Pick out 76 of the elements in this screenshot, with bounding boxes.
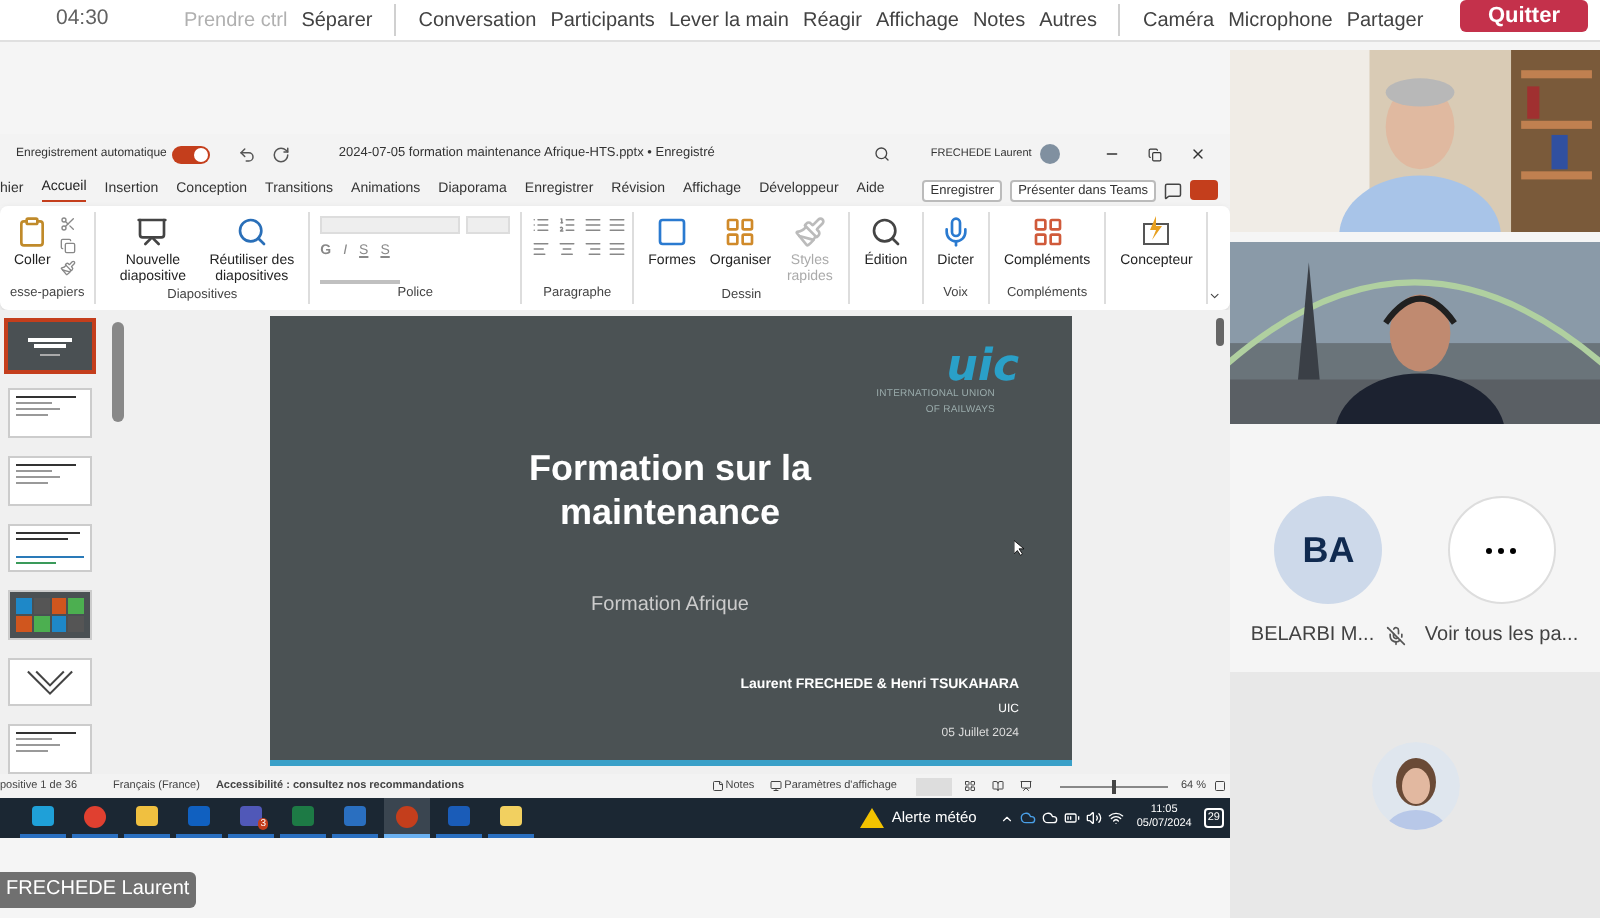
copy-icon[interactable] — [60, 238, 77, 254]
toolbar-button[interactable]: Lever la main — [668, 5, 789, 35]
bullets-icon[interactable] — [532, 216, 551, 234]
avatar[interactable]: BA — [1274, 496, 1383, 604]
slide-thumbnail[interactable] — [8, 523, 92, 573]
styles-icon — [793, 216, 826, 248]
toolbar-button[interactable]: Autres — [1039, 5, 1097, 35]
participant-name: BELARBI M... — [1250, 622, 1375, 650]
paste-icon — [16, 216, 49, 248]
slide-thumbnail[interactable] — [8, 322, 92, 371]
participant-name: Voir tous les pa... — [1424, 622, 1579, 650]
toolbar-button[interactable]: Séparer — [301, 5, 373, 35]
battery-icon[interactable] — [1064, 810, 1081, 826]
redo-icon[interactable] — [272, 145, 291, 163]
numbering-icon[interactable] — [557, 216, 576, 234]
font-size-field[interactable] — [466, 216, 511, 234]
align-left-icon[interactable] — [532, 240, 551, 258]
direction-icon[interactable] — [608, 216, 627, 234]
fit-icon[interactable] — [1214, 780, 1226, 792]
presenter-label: FRECHEDE Laurent — [0, 872, 196, 908]
toolbar-button[interactable]: Conversation — [418, 5, 537, 35]
weather-icon — [859, 808, 884, 828]
spacing-icon[interactable] — [583, 216, 602, 234]
autosave-toggle[interactable] — [172, 145, 211, 163]
slide-icon — [136, 216, 169, 248]
toolbar-button[interactable]: Partager — [1346, 5, 1424, 35]
shapes-icon — [656, 216, 689, 248]
comments-icon[interactable] — [1164, 181, 1182, 199]
toolbar-button[interactable]: Microphone — [1228, 5, 1333, 35]
notes-icon — [711, 780, 724, 792]
slide-search-icon — [235, 216, 268, 248]
toolbar-button[interactable]: Réagir — [802, 5, 862, 35]
align-right-icon[interactable] — [583, 240, 602, 258]
slide-thumbnail[interactable] — [8, 456, 92, 506]
align-center-icon[interactable] — [557, 240, 576, 258]
user-avatar — [1039, 144, 1060, 164]
designer-icon — [1140, 216, 1173, 248]
toolbar-button[interactable]: Affichage — [875, 5, 959, 35]
justify-icon[interactable] — [608, 240, 627, 258]
slideshow-icon[interactable] — [1020, 780, 1033, 792]
monitor-icon — [770, 780, 783, 792]
meeting-timer: 04:30 — [56, 4, 111, 35]
slide-title: Formation sur la maintenance — [526, 446, 814, 534]
leave-button[interactable]: Quitter — [1459, 0, 1588, 32]
restore-icon[interactable] — [1147, 147, 1162, 161]
undo-icon[interactable] — [238, 145, 257, 163]
slide-subtitle: Formation Afrique — [589, 592, 751, 620]
search-icon[interactable] — [874, 146, 891, 162]
scrollbar[interactable] — [112, 322, 124, 422]
sorter-view-icon[interactable] — [964, 780, 977, 792]
taskbar-app[interactable] — [384, 798, 430, 838]
addins-icon — [1031, 216, 1064, 248]
tray-chevron-icon[interactable] — [1000, 811, 1015, 825]
zoom-thumb[interactable] — [1112, 779, 1117, 793]
scrollbar[interactable] — [1216, 318, 1224, 346]
format-painter-icon[interactable] — [60, 260, 77, 276]
collapse-icon[interactable] — [1208, 288, 1222, 304]
more-icon — [1486, 547, 1517, 553]
close-icon[interactable] — [1189, 146, 1206, 162]
reading-view-icon[interactable] — [992, 780, 1005, 792]
slide-thumbnail[interactable] — [8, 388, 92, 439]
toolbar-button[interactable]: Participants — [550, 5, 655, 35]
cursor-icon — [1013, 540, 1023, 556]
wifi-icon[interactable] — [1108, 810, 1125, 826]
volume-icon[interactable] — [1086, 810, 1103, 826]
arrange-icon — [724, 216, 757, 248]
microphone-icon — [939, 216, 972, 248]
logo: uic — [946, 348, 1019, 388]
slide-thumbnail[interactable] — [8, 724, 92, 775]
cut-icon[interactable] — [60, 216, 77, 232]
toolbar-button[interactable]: Notes — [972, 5, 1026, 35]
font-name-field[interactable] — [320, 216, 461, 234]
slide-thumbnail[interactable] — [8, 657, 92, 707]
search-icon — [869, 216, 902, 248]
toolbar-button[interactable]: Caméra — [1142, 5, 1215, 35]
slide-thumbnail[interactable] — [8, 590, 92, 640]
